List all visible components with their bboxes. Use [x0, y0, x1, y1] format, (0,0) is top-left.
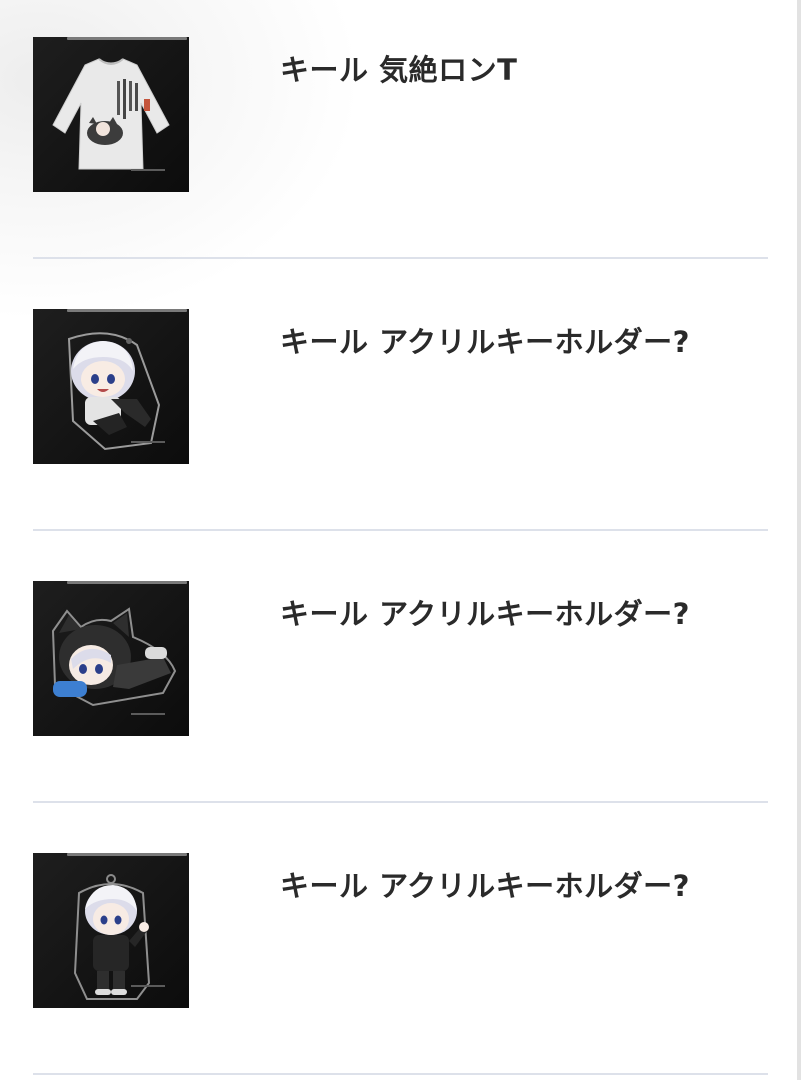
thumbnail-tab-decoration	[67, 37, 187, 40]
product-title[interactable]: キール 気絶ロンT	[280, 52, 517, 88]
scrollbar-track[interactable]	[797, 0, 801, 1080]
product-item[interactable]: キール アクリルキーホルダー?	[0, 816, 801, 1080]
tshirt-illustration	[52, 58, 170, 170]
product-list-screen: キール 気絶ロンT キール アクリルキーホルダー? キール アクリルキーホルダー…	[0, 0, 801, 1080]
keychain-character-cat-hood-illustration	[51, 607, 177, 707]
product-thumbnail-keychain[interactable]	[33, 309, 189, 464]
product-item[interactable]: キール アクリルキーホルダー?	[0, 272, 801, 544]
product-item[interactable]: キール アクリルキーホルダー?	[0, 544, 801, 816]
brand-mark	[131, 441, 165, 443]
product-thumbnail-keychain[interactable]	[33, 581, 189, 736]
product-title[interactable]: キール アクリルキーホルダー?	[280, 596, 690, 632]
list-divider	[33, 801, 768, 803]
product-title[interactable]: キール アクリルキーホルダー?	[280, 324, 690, 360]
thumbnail-tab-decoration	[67, 853, 187, 856]
keychain-character-standing-illustration	[73, 874, 151, 1000]
brand-mark	[131, 713, 165, 715]
list-divider	[33, 257, 768, 259]
product-thumbnail-keychain[interactable]	[33, 853, 189, 1008]
thumbnail-tab-decoration	[67, 309, 187, 312]
product-thumbnail-tshirt[interactable]	[33, 37, 189, 192]
list-divider	[33, 529, 768, 531]
keychain-character-sitting-illustration	[67, 332, 161, 451]
brand-mark	[131, 169, 165, 171]
brand-mark	[131, 985, 165, 987]
product-item[interactable]: キール 気絶ロンT	[0, 0, 801, 272]
product-title[interactable]: キール アクリルキーホルダー?	[280, 868, 690, 904]
list-divider	[33, 1073, 768, 1075]
thumbnail-tab-decoration	[67, 581, 187, 584]
